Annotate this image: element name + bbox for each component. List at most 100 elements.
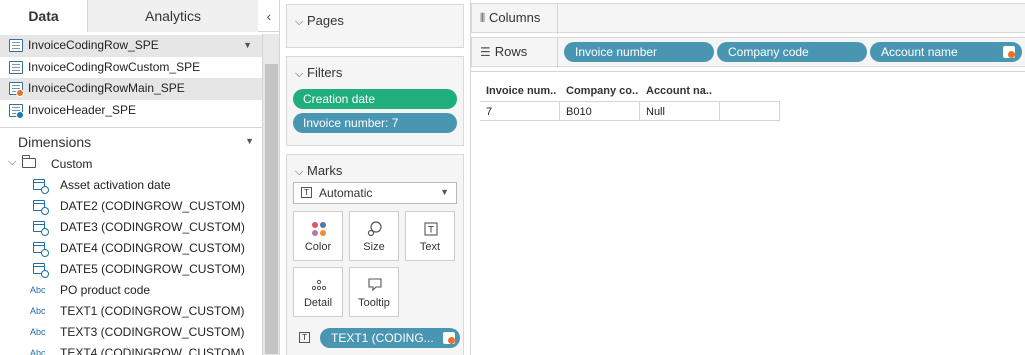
abc-icon: Abc [30,285,46,295]
collapse-triangle-icon[interactable]: ⌵ [295,16,307,29]
pages-card[interactable]: ⌵ Pages [286,4,464,48]
datasource-label: InvoiceCodingRowCustom_SPE [28,59,201,74]
detail-button[interactable]: Detail [293,267,343,317]
row-pill-label: Company code [728,45,809,59]
secondary-source-link-icon [1003,46,1015,58]
field-item[interactable]: Abc TEXT3 (CODINGROW_CUSTOM) [0,322,262,343]
rows-shelf-label: ☰ Rows [480,44,556,62]
column-header[interactable]: Invoice num.. [486,85,566,101]
abc-icon: Abc [30,327,46,337]
field-item[interactable]: Abc PO product code [0,280,262,301]
size-button[interactable]: Size [349,211,399,261]
marks-card[interactable]: ⌵ Marks T Automatic ▼ Color Size T Text … [286,154,464,355]
field-item[interactable]: DATE4 (CODINGROW_CUSTOM) [0,238,262,259]
datasource-item[interactable]: InvoiceHeader_SPE [0,100,262,122]
tooltip-icon [368,278,382,292]
rows-icon: ☰ [480,45,491,59]
color-button[interactable]: Color [293,211,343,261]
table-cell[interactable]: B010 [560,101,640,121]
row-pill-company-code[interactable]: Company code [717,42,867,62]
marks-header: ⌵ Marks [295,163,342,179]
field-list: Asset activation date DATE2 (CODINGROW_C… [0,175,262,355]
folder-label: Custom [51,157,93,171]
field-label: Asset activation date [60,178,171,192]
field-item[interactable]: DATE2 (CODINGROW_CUSTOM) [0,196,262,217]
date-icon [33,242,49,257]
field-label: TEXT3 (CODINGROW_CUSTOM) [60,325,245,339]
text-mark-icon: T [299,332,310,343]
text-button[interactable]: T Text [405,211,455,261]
filter-pill-invoice-number[interactable]: Invoice number: 7 [293,113,457,133]
dimensions-menu-icon[interactable]: ▼ [245,136,254,146]
filter-pill-creation-date[interactable]: Creation date [293,89,457,109]
dimensions-header: Dimensions ▼ [0,127,262,155]
pages-title: Pages [307,13,344,28]
field-item[interactable]: DATE5 (CODINGROW_CUSTOM) [0,259,262,280]
viz-view[interactable]: Invoice num.. Company co.. Account na.. … [471,71,1025,355]
collapse-pane-icon[interactable]: ‹ [262,8,276,24]
datasource-item[interactable]: InvoiceCodingRowCustom_SPE [0,57,262,79]
columns-icon: ⫴ [480,11,486,25]
marks-title: Marks [307,163,343,178]
shelf-divider [557,4,558,34]
row-pill-label: Invoice number [575,45,658,59]
mark-type-select[interactable]: T Automatic ▼ [293,182,457,204]
field-item[interactable]: Abc TEXT1 (CODINGROW_CUSTOM) [0,301,262,322]
chevron-down-icon[interactable]: ⌵ [8,156,16,169]
row-pill-invoice-number[interactable]: Invoice number [564,42,714,62]
filters-header: ⌵ Filters [295,65,342,81]
size-icon [367,221,382,237]
secondary-source-link-icon [443,332,455,344]
field-label: DATE2 (CODINGROW_CUSTOM) [60,199,245,213]
color-label: Color [304,241,332,253]
collapse-triangle-icon[interactable]: ⌵ [295,68,307,81]
text-field-pill-label: TEXT1 (CODING... [331,331,434,345]
rows-label: Rows [494,44,528,59]
text-field-pill[interactable]: TEXT1 (CODING... [320,328,460,348]
column-header[interactable]: Account na.. [646,85,726,101]
column-header[interactable]: Company co.. [566,85,646,101]
field-label: DATE4 (CODINGROW_CUSTOM) [60,241,245,255]
scrollbar-thumb[interactable] [265,64,278,354]
dropdown-arrow-icon[interactable]: ▼ [440,187,449,197]
text-icon: T [424,222,438,236]
text-label: Text [419,241,441,253]
primary-source-icon [16,110,24,119]
columns-shelf[interactable]: ⫴ Columns [471,3,1025,34]
date-icon [33,263,49,278]
field-label: TEXT1 (CODINGROW_CUSTOM) [60,304,245,318]
field-label: TEXT4 (CODINGROW_CUSTOM) [60,346,245,355]
filters-title: Filters [307,65,343,80]
tooltip-button[interactable]: Tooltip [349,267,399,317]
filters-card[interactable]: ⌵ Filters Creation date Invoice number: 7 [286,56,464,146]
color-icon [312,222,326,236]
dropdown-arrow-icon[interactable]: ▼ [243,35,252,56]
collapse-triangle-icon[interactable]: ⌵ [295,166,307,179]
datasource-item[interactable]: InvoiceCodingRow_SPE ▼ [0,35,262,57]
abc-icon: Abc [30,306,46,316]
datasource-label: InvoiceHeader_SPE [28,102,137,117]
cards-column: ⌵ Pages ⌵ Filters Creation date Invoice nu… [280,0,470,355]
data-pane: Data Analytics ‹ InvoiceCodingRow_SPE ▼ … [0,0,280,355]
size-label: Size [363,241,385,253]
rows-shelf[interactable]: ☰ Rows Invoice number Company code Accoun… [471,37,1025,68]
field-item[interactable]: DATE3 (CODINGROW_CUSTOM) [0,217,262,238]
abc-icon: Abc [30,348,46,355]
date-icon [33,221,49,236]
tab-analytics[interactable]: Analytics [88,0,258,32]
table-cell[interactable] [720,101,780,121]
tab-data[interactable]: Data [0,0,88,32]
row-pill-account-name[interactable]: Account name [870,42,1022,62]
folder-custom[interactable]: ⌵ Custom [0,154,262,174]
field-label: PO product code [60,283,151,297]
columns-shelf-label: ⫴ Columns [480,10,556,28]
table-cell[interactable]: 7 [480,101,560,121]
table-cell[interactable]: Null [640,101,720,121]
worksheet-area: ⫴ Columns ☰ Rows Invoice number Company co… [470,0,1025,355]
datasource-item[interactable]: InvoiceCodingRowMain_SPE [0,78,262,100]
data-pane-scrollbar[interactable] [262,34,279,355]
detail-icon [311,279,327,291]
field-item[interactable]: Abc TEXT4 (CODINGROW_CUSTOM) [0,343,262,355]
pages-header: ⌵ Pages [295,13,344,29]
field-item[interactable]: Asset activation date [0,175,262,196]
